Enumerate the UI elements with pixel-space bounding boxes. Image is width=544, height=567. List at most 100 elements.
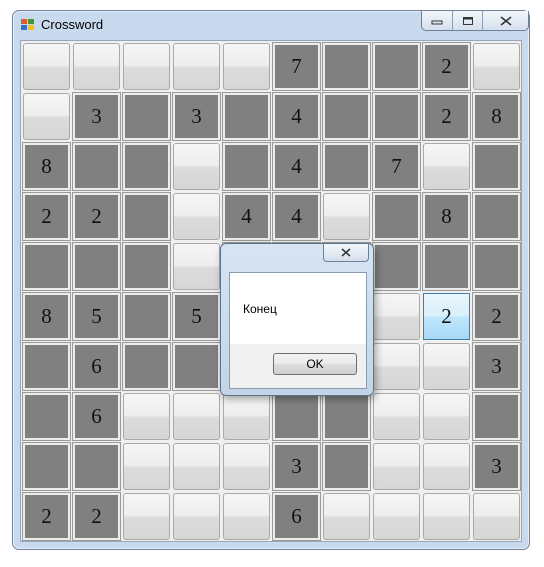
grid-cell[interactable]: [122, 342, 171, 391]
close-button[interactable]: [483, 11, 528, 30]
grid-cell[interactable]: 8: [22, 292, 71, 341]
grid-cell[interactable]: [123, 443, 170, 490]
grid-cell[interactable]: [172, 342, 221, 391]
grid-cell[interactable]: [173, 493, 220, 540]
grid-cell[interactable]: [472, 242, 521, 291]
grid-cell[interactable]: 3: [472, 442, 521, 491]
grid-cell[interactable]: 2: [422, 92, 471, 141]
minimize-button[interactable]: [422, 11, 453, 30]
grid-cell[interactable]: [123, 393, 170, 440]
grid-cell[interactable]: [323, 193, 370, 240]
grid-cell[interactable]: [23, 43, 70, 90]
grid-cell[interactable]: [122, 192, 171, 241]
grid-cell[interactable]: [373, 493, 420, 540]
grid-cell[interactable]: 4: [272, 142, 321, 191]
grid-cell[interactable]: [322, 142, 371, 191]
grid-cell[interactable]: [473, 43, 520, 90]
grid-cell[interactable]: [123, 43, 170, 90]
grid-cell[interactable]: 2: [423, 293, 470, 340]
grid-cell[interactable]: [173, 143, 220, 190]
grid-cell[interactable]: [423, 143, 470, 190]
grid-cell[interactable]: [122, 92, 171, 141]
grid-cell[interactable]: 8: [22, 142, 71, 191]
grid-cell[interactable]: 2: [72, 492, 121, 541]
grid-cell[interactable]: 8: [472, 92, 521, 141]
grid-cell[interactable]: [173, 43, 220, 90]
grid-cell[interactable]: [72, 142, 121, 191]
grid-cell[interactable]: 3: [172, 92, 221, 141]
grid-cell[interactable]: 3: [472, 342, 521, 391]
grid-cell[interactable]: [123, 493, 170, 540]
grid-cell[interactable]: [22, 392, 71, 441]
grid-cell[interactable]: [22, 242, 71, 291]
grid-cell[interactable]: [73, 43, 120, 90]
grid-cell[interactable]: 4: [272, 92, 321, 141]
grid-cell[interactable]: 2: [472, 292, 521, 341]
grid-cell[interactable]: [122, 142, 171, 191]
grid-cell[interactable]: 2: [22, 492, 71, 541]
grid-cell[interactable]: [222, 92, 271, 141]
grid-cell[interactable]: [423, 343, 470, 390]
grid-cell[interactable]: [423, 393, 470, 440]
grid-cell[interactable]: [322, 442, 371, 491]
grid-cell[interactable]: 2: [72, 192, 121, 241]
grid-cell[interactable]: 7: [372, 142, 421, 191]
grid-cell[interactable]: 4: [272, 192, 321, 241]
close-icon: [500, 15, 512, 26]
grid-cell[interactable]: 5: [72, 292, 121, 341]
window-title: Crossword: [41, 17, 104, 32]
grid-cell[interactable]: [223, 393, 270, 440]
grid-cell[interactable]: [373, 343, 420, 390]
grid-cell[interactable]: 4: [222, 192, 271, 241]
maximize-button[interactable]: [453, 11, 484, 30]
grid-cell[interactable]: [372, 92, 421, 141]
grid-cell[interactable]: [372, 242, 421, 291]
dialog-close-button[interactable]: [323, 244, 369, 262]
grid-cell[interactable]: [223, 493, 270, 540]
grid-cell[interactable]: 2: [22, 192, 71, 241]
grid-cell[interactable]: 8: [422, 192, 471, 241]
grid-cell[interactable]: [373, 443, 420, 490]
grid-cell[interactable]: [173, 443, 220, 490]
message-dialog: Конец OK: [220, 243, 374, 396]
grid-cell[interactable]: [322, 42, 371, 91]
grid-cell[interactable]: [72, 442, 121, 491]
grid-cell[interactable]: [423, 443, 470, 490]
grid-cell[interactable]: [472, 142, 521, 191]
grid-cell[interactable]: [472, 192, 521, 241]
grid-cell[interactable]: [173, 193, 220, 240]
grid-cell[interactable]: [372, 192, 421, 241]
grid-cell[interactable]: [373, 393, 420, 440]
grid-cell[interactable]: [422, 242, 471, 291]
grid-cell[interactable]: 6: [72, 392, 121, 441]
grid-cell[interactable]: [272, 392, 321, 441]
grid-cell[interactable]: 2: [422, 42, 471, 91]
grid-cell[interactable]: [472, 392, 521, 441]
grid-cell[interactable]: 6: [72, 342, 121, 391]
grid-cell[interactable]: [223, 443, 270, 490]
grid-cell[interactable]: [423, 493, 470, 540]
grid-cell[interactable]: [173, 393, 220, 440]
grid-cell[interactable]: [473, 493, 520, 540]
grid-cell[interactable]: [322, 392, 371, 441]
grid-cell[interactable]: 5: [172, 292, 221, 341]
grid-cell[interactable]: [373, 293, 420, 340]
grid-cell[interactable]: [23, 93, 70, 140]
grid-cell[interactable]: [322, 92, 371, 141]
grid-cell[interactable]: 6: [272, 492, 321, 541]
grid-cell[interactable]: [372, 42, 421, 91]
grid-cell[interactable]: [173, 243, 220, 290]
grid-cell[interactable]: 3: [272, 442, 321, 491]
grid-cell[interactable]: [323, 493, 370, 540]
grid-cell[interactable]: [222, 142, 271, 191]
grid-cell[interactable]: [22, 342, 71, 391]
grid-cell[interactable]: [122, 242, 171, 291]
grid-cell[interactable]: [122, 292, 171, 341]
grid-cell[interactable]: [72, 242, 121, 291]
ok-button[interactable]: OK: [273, 353, 357, 375]
grid-cell[interactable]: [223, 43, 270, 90]
grid-cell[interactable]: 7: [272, 42, 321, 91]
title-bar[interactable]: Crossword: [13, 11, 529, 39]
grid-cell[interactable]: 3: [72, 92, 121, 141]
grid-cell[interactable]: [22, 442, 71, 491]
